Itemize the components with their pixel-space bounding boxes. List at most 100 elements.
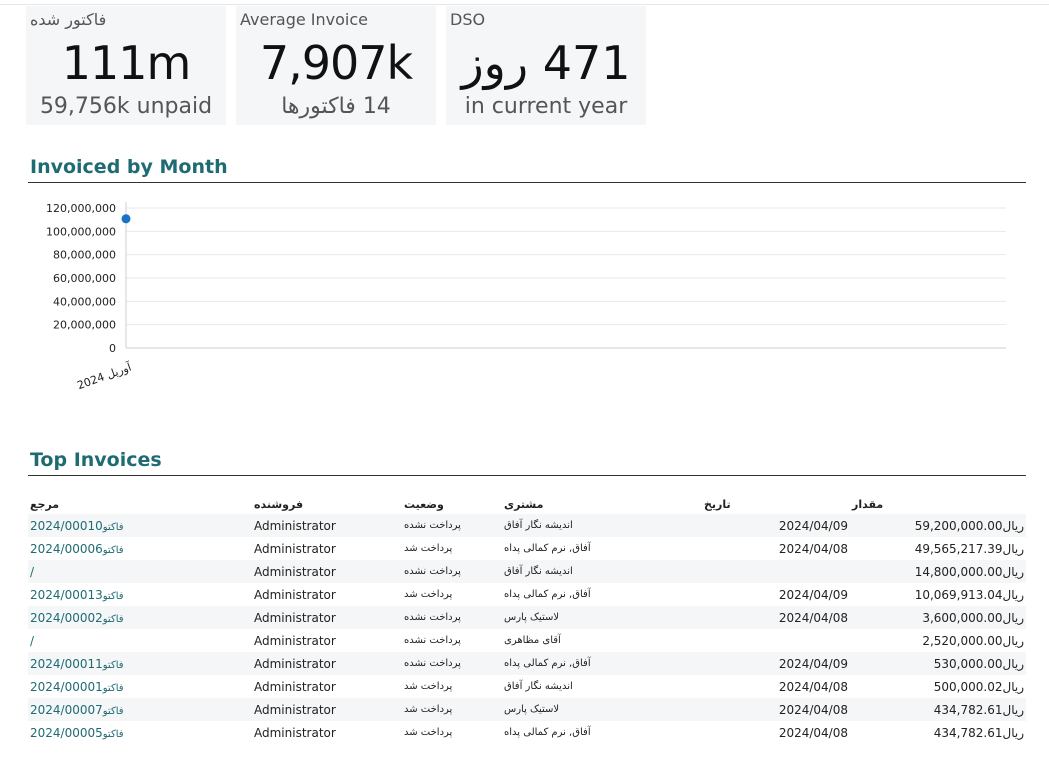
invoice-ref-link[interactable]: فاکتو2024/00002 — [30, 611, 124, 625]
cell-date: 2024/04/08 — [702, 698, 850, 721]
cell-amount: ریال500,000.02 — [850, 675, 1026, 698]
cell-customer: لاستیک پارس — [502, 606, 702, 629]
cell-amount: ریال2,520,000.00 — [850, 629, 1026, 652]
cell-status: پرداخت شد — [404, 543, 453, 554]
cell-ref[interactable]: فاکتو2024/00010 — [28, 514, 252, 537]
col-header-status[interactable]: وضعیت — [402, 494, 502, 514]
kpi-invoiced-value: 111m — [61, 36, 192, 90]
y-tick-label: 40,000,000 — [53, 295, 116, 308]
currency-label: ریال — [1002, 610, 1024, 625]
cell-ref[interactable]: فاکتو2024/00007 — [28, 698, 252, 721]
ref-number: 2024/00001 — [30, 679, 103, 694]
col-header-ref[interactable]: مرجع — [28, 494, 252, 514]
cell-amount: ریال434,782.61 — [850, 721, 1026, 744]
kpi-average-label: Average Invoice — [240, 10, 368, 29]
ref-number: 2024/00002 — [30, 610, 103, 625]
cell-seller: Administrator — [252, 606, 402, 629]
invoice-ref-link[interactable]: فاکتو2024/00005 — [30, 726, 124, 740]
invoiced-by-month-chart[interactable]: 0 20,000,000 40,000,000 60,000,000 80,000,00… — [28, 190, 1018, 390]
y-tick-label: 0 — [109, 342, 116, 355]
amount-value: 434,782.61 — [933, 702, 1003, 717]
cell-date: 2024/04/09 — [702, 514, 850, 537]
invoice-ref-link[interactable]: / — [30, 565, 34, 579]
kpi-dso-sub: in current year — [464, 94, 628, 119]
kpi-average-value: 7,907k — [259, 36, 413, 90]
y-tick-label: 20,000,000 — [53, 319, 116, 332]
cell-seller: Administrator — [252, 698, 402, 721]
amount-value: 14,800,000.00 — [914, 564, 1003, 579]
currency-label: ریال — [1002, 656, 1024, 671]
cell-amount: ریال14,800,000.00 — [850, 560, 1026, 583]
cell-amount: ریال59,200,000.00 — [850, 514, 1026, 537]
ref-number: 2024/00011 — [30, 656, 103, 671]
cell-status: پرداخت نشده — [402, 652, 502, 675]
currency-label: ریال — [1002, 541, 1024, 556]
table-row[interactable]: فاکتو2024/00013 Administrator پرداخت شد آفا… — [28, 583, 1026, 606]
kpi-card-invoiced[interactable]: فاکتور شده 111m 59,756k unpaid — [26, 6, 226, 125]
table-row[interactable]: فاکتو2024/00002 Administrator پرداخت نشده ل… — [28, 606, 1026, 629]
kpi-average-sub: 14 فاکتورها — [281, 94, 391, 119]
top-invoices-table: مرجع فروشنده وضعیت مشتری تاریخ مقدار فاک… — [28, 494, 1026, 744]
cell-customer: آفاق, نرم کمالی پداه — [504, 543, 591, 554]
invoice-ref-link[interactable]: فاکتو2024/00006 — [30, 542, 124, 556]
y-tick-label: 80,000,000 — [53, 249, 116, 262]
cell-status: پرداخت نشده — [402, 606, 502, 629]
cell-ref[interactable]: فاکتو2024/00013 — [28, 583, 252, 606]
ref-number: / — [30, 633, 35, 648]
cell-date: 2024/04/08 — [778, 725, 848, 740]
cell-status: پرداخت شد — [404, 681, 453, 692]
invoice-ref-link[interactable]: فاکتو2024/00010 — [30, 519, 124, 533]
table-row[interactable]: فاکتو2024/00011 Administrator پرداخت نشده آ… — [28, 652, 1026, 675]
table-header-row: مرجع فروشنده وضعیت مشتری تاریخ مقدار — [28, 494, 1026, 514]
col-header-seller[interactable]: فروشنده — [252, 494, 402, 514]
kpi-card-average-invoice[interactable]: Average Invoice 7,907k 14 فاکتورها — [236, 6, 436, 125]
table-row[interactable]: فاکتو2024/00010 Administrator پرداخت نشده ا… — [28, 514, 1026, 537]
cell-customer: آفاق, نرم کمالی پداه — [504, 727, 591, 738]
y-tick-label: 120,000,000 — [46, 202, 116, 215]
invoice-ref-link[interactable]: فاکتو2024/00013 — [30, 588, 124, 602]
cell-status: پرداخت شد — [402, 698, 502, 721]
table-row[interactable]: فاکتو2024/00005 Administrator پرداخت شد آفا… — [28, 721, 1026, 744]
y-tick-label: 100,000,000 — [46, 225, 116, 238]
invoice-ref-link[interactable]: فاکتو2024/00007 — [30, 703, 124, 717]
table-row[interactable]: / Administrator پرداخت نشده آقای مظاهری ریال… — [28, 629, 1026, 652]
ref-prefix: فاکتو — [102, 659, 124, 671]
cell-seller: Administrator — [254, 725, 336, 740]
cell-ref[interactable]: فاکتو2024/00006 — [28, 537, 252, 560]
col-header-customer[interactable]: مشتری — [502, 494, 702, 514]
cell-ref[interactable]: / — [28, 560, 252, 583]
amount-value: 2,520,000.00 — [922, 633, 1003, 648]
cell-ref[interactable]: / — [28, 629, 252, 652]
col-header-date[interactable]: تاریخ — [702, 494, 850, 514]
cell-status: پرداخت شد — [404, 727, 453, 738]
cell-date: 2024/04/09 — [702, 652, 850, 675]
cell-ref[interactable]: فاکتو2024/00005 — [28, 721, 252, 744]
cell-ref[interactable]: فاکتو2024/00002 — [28, 606, 252, 629]
cell-status: پرداخت نشده — [402, 560, 502, 583]
amount-value: 3,600,000.00 — [922, 610, 1003, 625]
cell-amount: ریال10,069,913.04 — [850, 583, 1026, 606]
col-header-amount[interactable]: مقدار — [850, 494, 1026, 514]
invoice-ref-link[interactable]: فاکتو2024/00001 — [30, 680, 124, 694]
cell-date: 2024/04/08 — [778, 679, 848, 694]
table-row[interactable]: فاکتو2024/00006 Administrator پرداخت شد آفا… — [28, 537, 1026, 560]
cell-ref[interactable]: فاکتو2024/00011 — [28, 652, 252, 675]
table-row[interactable]: / Administrator پرداخت نشده اندیشه نگار آفا… — [28, 560, 1026, 583]
invoice-ref-link[interactable]: / — [30, 634, 34, 648]
table-row[interactable]: فاکتو2024/00001 Administrator پرداخت شد اند… — [28, 675, 1026, 698]
kpi-card-dso[interactable]: DSO 471 روز in current year — [446, 6, 646, 125]
ref-number: 2024/00013 — [30, 587, 103, 602]
cell-status: پرداخت شد — [404, 589, 453, 600]
y-tick-label: 60,000,000 — [53, 272, 116, 285]
ref-number: / — [30, 564, 35, 579]
cell-ref[interactable]: فاکتو2024/00001 — [28, 675, 252, 698]
table-row[interactable]: فاکتو2024/00007 Administrator پرداخت شد لاس… — [28, 698, 1026, 721]
cell-seller: Administrator — [252, 560, 402, 583]
cell-amount: ریال434,782.61 — [850, 698, 1026, 721]
currency-label: ریال — [1002, 518, 1024, 533]
cell-customer: اندیشه نگار آفاق — [502, 560, 702, 583]
currency-label: ریال — [1002, 633, 1024, 648]
cell-status: پرداخت نشده — [402, 514, 502, 537]
invoice-ref-link[interactable]: فاکتو2024/00011 — [30, 657, 124, 671]
cell-amount: ریال3,600,000.00 — [850, 606, 1026, 629]
